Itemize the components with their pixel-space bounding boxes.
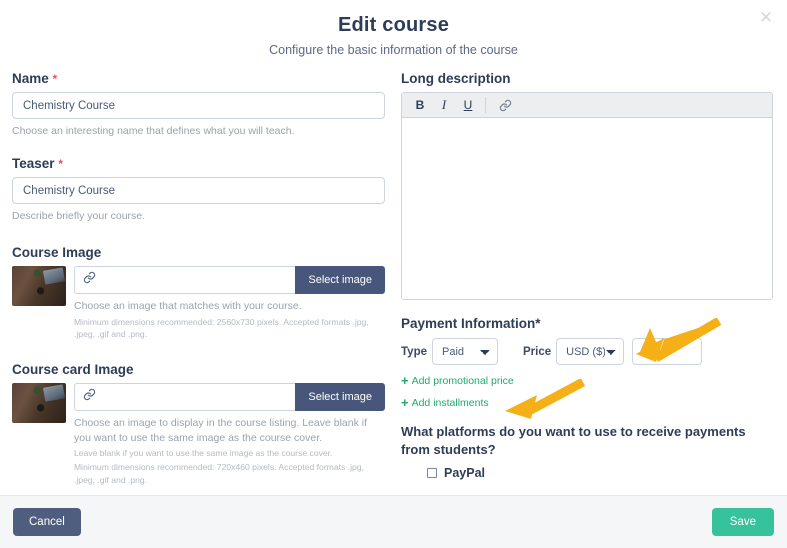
page-title: Edit course xyxy=(337,14,450,36)
type-label: Type xyxy=(401,345,427,358)
course-card-image-picker: Select image Choose an image to display … xyxy=(74,383,385,486)
modal-body: Name * Choose an interesting name that d… xyxy=(0,57,787,495)
course-card-image-label: Course card Image xyxy=(12,362,134,378)
platforms-question: What platforms do you want to use to rec… xyxy=(401,424,746,457)
close-icon[interactable]: ✕ xyxy=(756,8,776,28)
payment-row: Type Paid Price USD ($) xyxy=(401,338,773,365)
page-subtitle: Configure the basic information of the c… xyxy=(269,43,518,57)
save-button[interactable]: Save xyxy=(711,508,774,536)
course-image-help: Choose an image that matches with your c… xyxy=(74,300,302,313)
course-image-input[interactable] xyxy=(74,266,296,295)
payment-information-title: Payment Information* xyxy=(401,316,541,331)
editor-toolbar: B I U xyxy=(402,93,772,118)
plus-icon: + xyxy=(401,373,409,388)
link-icon[interactable] xyxy=(493,94,517,116)
teaser-required-mark: * xyxy=(58,157,63,172)
modal-footer: Cancel Save xyxy=(0,495,787,548)
course-image-label: Course Image xyxy=(12,245,102,261)
edit-course-modal: ✕ Edit course Configure the basic inform… xyxy=(0,0,787,548)
course-image-select-button[interactable]: Select image xyxy=(295,266,385,295)
course-card-image-row: Select image Choose an image to display … xyxy=(12,383,385,486)
name-label: Name * xyxy=(12,71,385,86)
link-icon xyxy=(83,271,96,289)
paypal-row: PayPal xyxy=(427,466,773,480)
course-card-image-input[interactable] xyxy=(74,383,296,412)
right-column: Long description B I U Payment Informati… xyxy=(393,71,777,495)
cancel-button[interactable]: Cancel xyxy=(13,508,81,536)
long-description-label: Long description xyxy=(401,71,511,86)
long-description-textarea[interactable] xyxy=(402,118,772,299)
long-description-editor: B I U xyxy=(401,92,773,300)
teaser-help: Describe briefly your course. xyxy=(12,210,146,223)
name-help: Choose an interesting name that defines … xyxy=(12,125,295,137)
course-image-input-row: Select image xyxy=(74,266,385,295)
paypal-label: PayPal xyxy=(444,466,486,481)
link-icon xyxy=(83,388,96,406)
course-image-picker: Select image Choose an image that matche… xyxy=(74,266,385,340)
course-card-image-input-row: Select image xyxy=(74,383,385,412)
plus-icon: + xyxy=(401,395,409,410)
price-label: Price xyxy=(523,345,552,358)
course-image-help-small: Minimum dimensions recommended: 2560x730… xyxy=(74,316,369,339)
payment-type-select[interactable]: Paid xyxy=(432,338,498,365)
bold-button[interactable]: B xyxy=(408,94,432,116)
course-image-row: Select image Choose an image that matche… xyxy=(12,266,385,340)
name-required-mark: * xyxy=(52,72,58,86)
teaser-input[interactable] xyxy=(12,177,385,205)
add-promotional-price-label: Add promotional price xyxy=(411,374,514,387)
add-installments-link[interactable]: + Add installments xyxy=(401,396,489,409)
course-card-image-help: Choose an image to display in the course… xyxy=(74,417,368,444)
name-input[interactable] xyxy=(12,92,385,119)
currency-select[interactable]: USD ($) xyxy=(556,338,625,365)
teaser-label: Teaser * xyxy=(12,156,385,171)
teaser-label-text: Teaser xyxy=(12,156,55,172)
course-card-image-help-small-2: Minimum dimensions recommended: 720x460 … xyxy=(74,462,364,485)
underline-button[interactable]: U xyxy=(456,94,480,116)
course-card-image-select-button[interactable]: Select image xyxy=(295,383,385,412)
add-installments-label: Add installments xyxy=(411,396,489,409)
course-card-image-thumbnail xyxy=(12,383,66,424)
course-image-thumbnail xyxy=(12,266,66,307)
course-card-image-help-small-1: Leave blank if you want to use the same … xyxy=(74,447,333,458)
paypal-checkbox[interactable] xyxy=(427,468,437,479)
italic-button[interactable]: I xyxy=(432,94,456,116)
left-column: Name * Choose an interesting name that d… xyxy=(10,71,393,495)
price-amount-input[interactable] xyxy=(632,338,703,365)
modal-header: ✕ Edit course Configure the basic inform… xyxy=(0,0,787,57)
name-label-text: Name xyxy=(12,71,49,86)
toolbar-divider xyxy=(485,97,486,113)
add-promotional-price-link[interactable]: + Add promotional price xyxy=(401,374,514,387)
